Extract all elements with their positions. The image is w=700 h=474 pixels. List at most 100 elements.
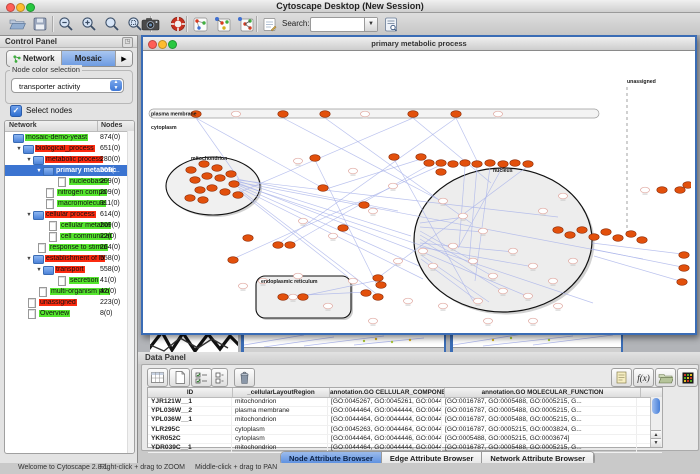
network-node[interactable] <box>212 165 222 172</box>
network-node[interactable] <box>226 171 236 178</box>
tree-expander-icon[interactable]: ▼ <box>35 168 43 174</box>
network-node[interactable] <box>469 258 478 264</box>
function-builder-icon[interactable]: f(x) <box>633 368 654 387</box>
network-node[interactable] <box>373 294 383 301</box>
network-node[interactable] <box>207 185 217 192</box>
table-column-header[interactable]: ID <box>148 388 233 397</box>
annotation-icon[interactable] <box>259 14 279 34</box>
network-node[interactable] <box>243 235 253 242</box>
network-node[interactable] <box>559 193 568 199</box>
network-node[interactable] <box>439 303 448 309</box>
network-node[interactable] <box>190 177 200 184</box>
layout-edges-icon[interactable] <box>235 14 255 34</box>
network-node[interactable] <box>215 175 225 182</box>
network-node[interactable] <box>294 273 303 279</box>
network-canvas[interactable]: plasma membranecytoplasmmitochondrionnuc… <box>143 51 691 331</box>
network-node[interactable] <box>565 232 575 239</box>
network-node[interactable] <box>524 293 533 299</box>
network-node[interactable] <box>451 111 461 118</box>
tree-row[interactable]: ▼primary metabolic209(... <box>5 165 134 176</box>
network-node[interactable] <box>601 229 611 236</box>
network-node[interactable] <box>404 298 413 304</box>
tree-expander-icon[interactable]: ▼ <box>25 212 33 218</box>
tree-row[interactable]: cellular metabol209(0) <box>5 220 134 231</box>
tree-row[interactable]: ▼metabolic process280(0) <box>5 154 134 165</box>
network-node[interactable] <box>679 252 689 259</box>
tree-row[interactable]: cell communicat22(0) <box>5 231 134 242</box>
network-node[interactable] <box>185 195 195 202</box>
snapshot-icon[interactable] <box>140 14 160 34</box>
network-node[interactable] <box>657 187 667 194</box>
network-node[interactable] <box>329 233 338 239</box>
tree-row[interactable]: secretion41(0) <box>5 275 134 286</box>
float-panel-icon[interactable]: ◳ <box>122 37 133 48</box>
table-scrollbar-thumb[interactable] <box>652 398 660 414</box>
network-node[interactable] <box>529 263 538 269</box>
network-node[interactable] <box>523 161 533 168</box>
network-node[interactable] <box>641 187 650 193</box>
tree-row[interactable]: ▼biological_process651(0) <box>5 143 134 154</box>
layout-nodes-icon[interactable] <box>212 14 232 34</box>
network-edge[interactable] <box>594 256 680 281</box>
tree-row[interactable]: nitrogen compo209(0) <box>5 187 134 198</box>
network-node[interactable] <box>202 173 212 180</box>
network-node[interactable] <box>677 279 687 286</box>
network-node[interactable] <box>419 248 428 254</box>
network-node[interactable] <box>389 154 399 161</box>
unselect-all-attributes-icon[interactable] <box>211 368 228 387</box>
network-node[interactable] <box>449 243 458 249</box>
network-node[interactable] <box>498 161 508 168</box>
table-row[interactable]: YKR052Ccytoplasm[GO:0044464, GO:0044446,… <box>148 435 662 444</box>
tree-row[interactable]: multi-organism pro42(0) <box>5 286 134 297</box>
network-node[interactable] <box>361 111 370 117</box>
network-edge[interactable] <box>592 243 682 254</box>
tab-network[interactable]: Network <box>7 51 62 66</box>
network-node[interactable] <box>439 198 448 204</box>
table-column-header[interactable]: _cellularLayoutRegion <box>233 388 330 397</box>
tree-row[interactable]: ▼transport558(0) <box>5 264 134 275</box>
network-node[interactable] <box>472 161 482 168</box>
network-node[interactable] <box>232 111 241 117</box>
network-node[interactable] <box>408 111 418 118</box>
network-node[interactable] <box>324 303 333 309</box>
network-node[interactable] <box>369 318 378 324</box>
network-node[interactable] <box>577 227 587 234</box>
network-node[interactable] <box>637 237 647 244</box>
network-node[interactable] <box>494 111 503 117</box>
zoom-fit-icon[interactable] <box>102 14 122 34</box>
network-node[interactable] <box>589 234 599 241</box>
network-node[interactable] <box>310 155 320 162</box>
network-node[interactable] <box>509 248 518 254</box>
network-edge[interactable] <box>235 165 441 258</box>
zoom-out-icon[interactable] <box>56 14 76 34</box>
network-node[interactable] <box>679 265 689 272</box>
network-node[interactable] <box>338 225 348 232</box>
select-attributes-icon[interactable] <box>147 368 168 387</box>
table-row[interactable]: YPL036W__2plasma membrane[GO:0044464, GO… <box>148 407 662 416</box>
network-edge[interactable] <box>413 118 491 183</box>
network-node[interactable] <box>273 242 283 249</box>
network-node[interactable] <box>349 168 358 174</box>
network-node[interactable] <box>278 294 288 301</box>
tree-column-nodes[interactable]: Nodes <box>101 122 122 129</box>
network-view-window[interactable]: primary metabolic process plasma membran… <box>141 35 697 335</box>
network-node[interactable] <box>373 275 383 282</box>
help-icon[interactable] <box>168 14 188 34</box>
network-node[interactable] <box>424 160 434 167</box>
network-node[interactable] <box>285 242 295 249</box>
network-node[interactable] <box>539 208 548 214</box>
background-window-2[interactable] <box>241 333 446 352</box>
network-node[interactable] <box>233 192 243 199</box>
tree-row[interactable]: Overview8(0) <box>5 308 134 319</box>
tree-scrollbar[interactable] <box>127 131 134 453</box>
import-attributes-icon[interactable] <box>655 368 676 387</box>
search-dropdown-arrow[interactable]: ▼ <box>364 18 377 31</box>
table-scrollbar[interactable]: ▲ ▼ <box>650 397 662 447</box>
select-all-attributes-icon[interactable] <box>191 368 212 387</box>
scroll-down-icon[interactable]: ▼ <box>651 438 661 447</box>
tree-row[interactable]: unassigned223(0) <box>5 297 134 308</box>
table-row[interactable]: YPL036W__1mitochondrion[GO:0044464, GO:0… <box>148 416 662 425</box>
network-node[interactable] <box>429 263 438 269</box>
network-node[interactable] <box>195 187 205 194</box>
network-node[interactable] <box>376 282 386 289</box>
